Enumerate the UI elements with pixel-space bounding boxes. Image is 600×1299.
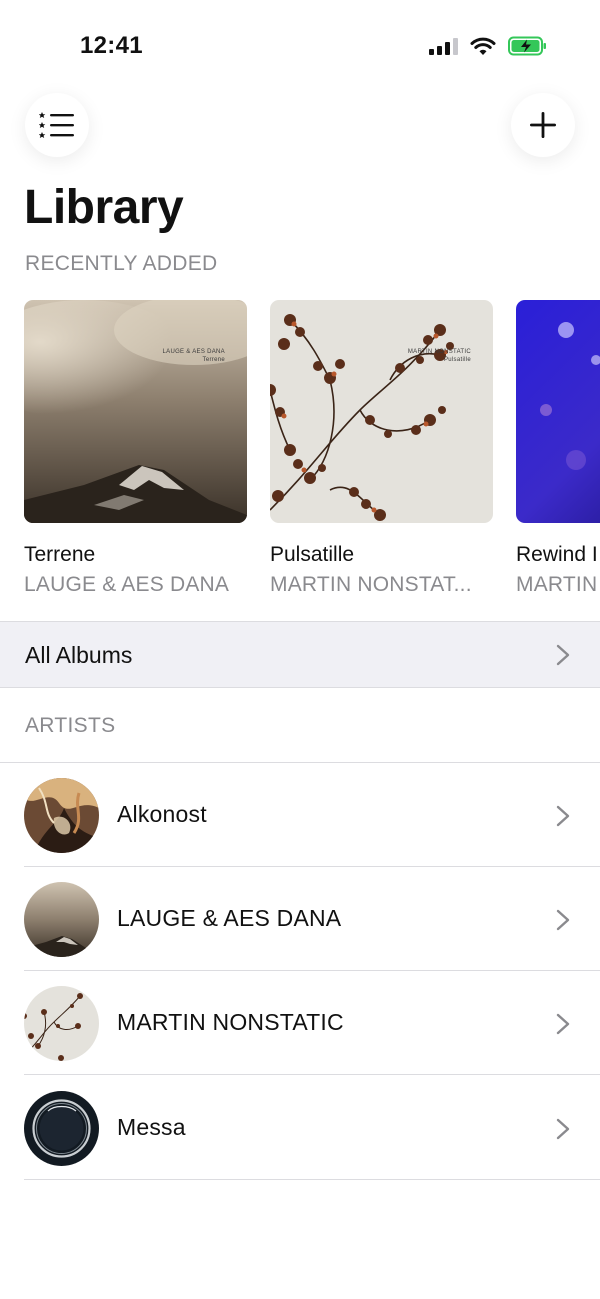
chevron-right-icon	[556, 1013, 570, 1035]
album-title: Terrene	[24, 543, 96, 566]
avatar	[24, 778, 99, 853]
row-separator	[24, 1179, 600, 1180]
all-albums-row[interactable]: All Albums	[0, 621, 600, 688]
battery-charging-icon	[508, 36, 546, 56]
library-screen: 12:41 Library RECENTLY ADDED LAUGE & AES…	[0, 0, 600, 1299]
status-icons	[429, 36, 548, 56]
album-card[interactable]: LAUGE & AES DANA Terrene Terrene LAUGE &…	[24, 300, 247, 597]
artist-row-lauge-aes-dana[interactable]: LAUGE & AES DANA	[0, 867, 600, 971]
chevron-right-icon	[556, 909, 570, 931]
add-button[interactable]	[511, 93, 575, 157]
starred-list-icon	[39, 112, 74, 138]
album-artist: LAUGE & AES DANA	[24, 573, 230, 596]
cellular-signal-icon	[429, 37, 458, 55]
album-art-terrene: LAUGE & AES DANA Terrene	[24, 300, 247, 523]
album-art-caption: LAUGE & AES DANA Terrene	[162, 349, 225, 363]
album-card[interactable]: Rewind I MARTIN	[516, 300, 600, 597]
chevron-right-icon	[556, 644, 570, 666]
artists-section-label: ARTISTS	[25, 714, 116, 737]
chevron-right-icon	[556, 1118, 570, 1140]
album-art-rewind	[516, 300, 600, 523]
album-art-caption: MARTIN NONSTATIC Pulsatille	[407, 349, 471, 363]
artist-row-martin-nonstatic[interactable]: MARTIN NONSTATIC	[0, 971, 600, 1075]
artist-name: Messa	[117, 1114, 186, 1140]
mountain-cloud-artwork	[24, 300, 247, 523]
status-time: 12:41	[80, 32, 143, 59]
library-menu-button[interactable]	[25, 93, 89, 157]
plus-icon	[530, 112, 556, 138]
status-bar: 12:41	[0, 0, 600, 96]
wifi-icon	[470, 37, 496, 55]
artist-row-messa[interactable]: Messa	[0, 1076, 600, 1180]
artist-row-alkonost[interactable]: Alkonost	[0, 763, 600, 867]
all-albums-label: All Albums	[25, 642, 133, 668]
album-title: Rewind I	[516, 543, 598, 566]
album-title: Pulsatille	[270, 543, 355, 566]
row-separator	[24, 1074, 600, 1075]
artist-name: MARTIN NONSTATIC	[117, 1009, 344, 1035]
page-title: Library	[24, 181, 184, 234]
album-card[interactable]: MARTIN NONSTATIC Pulsatille Pulsatille M…	[270, 300, 493, 597]
dried-flowers-artwork	[270, 300, 493, 523]
recently-added-label: RECENTLY ADDED	[25, 252, 218, 275]
artist-name: Alkonost	[117, 801, 207, 827]
avatar	[24, 986, 99, 1061]
avatar	[24, 882, 99, 957]
blue-concert-artwork	[516, 300, 600, 523]
recently-added-carousel[interactable]: LAUGE & AES DANA Terrene Terrene LAUGE &…	[24, 300, 600, 600]
album-art-pulsatille: MARTIN NONSTATIC Pulsatille	[270, 300, 493, 523]
album-artist: MARTIN NONSTAT...	[270, 573, 472, 596]
avatar	[24, 1091, 99, 1166]
album-artist: MARTIN	[516, 573, 598, 596]
artist-name: LAUGE & AES DANA	[117, 905, 342, 931]
chevron-right-icon	[556, 805, 570, 827]
